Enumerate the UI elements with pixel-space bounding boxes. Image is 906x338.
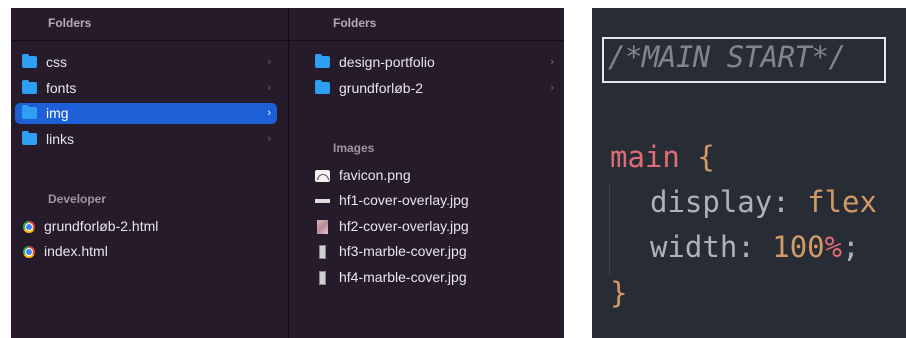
code-line-close: } — [610, 276, 627, 310]
column-header: Folders — [333, 16, 377, 30]
open-brace: { — [697, 140, 715, 174]
folder-label: fonts — [46, 80, 77, 96]
column-header: Folders — [48, 16, 92, 30]
image-thumb-icon — [315, 199, 330, 203]
file-row-image[interactable]: hf2-cover-overlay.jpg — [292, 216, 560, 237]
chevron-right-icon: › — [267, 82, 271, 94]
image-thumb-icon — [319, 271, 326, 285]
code-editor[interactable]: /*MAIN START*/ main { display: flex widt… — [592, 8, 906, 338]
chrome-icon — [23, 246, 35, 258]
folder-label: links — [46, 131, 75, 147]
folder-icon — [22, 131, 37, 145]
css-unit: % — [824, 230, 843, 264]
folder-label: design-portfolio — [339, 54, 435, 70]
chrome-icon — [23, 221, 35, 233]
folder-icon — [22, 105, 37, 119]
indent-guide — [609, 183, 610, 275]
chevron-right-icon: › — [267, 133, 271, 145]
css-comment: /*MAIN START*/ — [608, 40, 846, 74]
file-label: hf1-cover-overlay.jpg — [339, 192, 469, 208]
finder-column-2: Folders design-portfolio › grundforløb-2… — [288, 8, 564, 338]
code-line-selector: main { — [610, 140, 715, 174]
section-title-images: Images — [333, 141, 375, 155]
finder-column-1: Folders css › fonts › img › links › Deve… — [11, 8, 288, 338]
css-property: display — [650, 185, 773, 219]
close-brace: } — [610, 276, 628, 310]
png-icon — [315, 170, 330, 182]
file-row-image[interactable]: favicon.png — [292, 165, 560, 186]
folder-label: css — [46, 54, 67, 70]
css-property: width — [650, 230, 738, 264]
file-label: hf4-marble-cover.jpg — [339, 269, 467, 285]
chevron-right-icon: › — [550, 56, 554, 68]
section-title-developer: Developer — [48, 192, 107, 206]
file-label: favicon.png — [339, 167, 411, 183]
folder-icon — [22, 80, 37, 94]
folder-icon — [22, 54, 37, 68]
code-line-width: width: 100%; — [650, 230, 860, 264]
folder-row-img[interactable]: img › — [15, 103, 277, 124]
folder-row-design-portfolio[interactable]: design-portfolio › — [292, 52, 560, 73]
file-label: hf2-cover-overlay.jpg — [339, 218, 469, 234]
file-label: grundforløb-2.html — [44, 218, 159, 234]
file-row-image[interactable]: hf4-marble-cover.jpg — [292, 267, 560, 288]
image-thumb-icon — [319, 245, 326, 259]
file-label: hf3-marble-cover.jpg — [339, 243, 467, 259]
folder-row-css[interactable]: css › — [15, 52, 277, 73]
file-label: index.html — [44, 243, 108, 259]
folder-row-grundforlob[interactable]: grundforløb-2 › — [292, 78, 560, 99]
image-thumb-icon — [317, 220, 328, 234]
file-row-image[interactable]: hf3-marble-cover.jpg — [292, 241, 560, 262]
chevron-right-icon: › — [550, 82, 554, 94]
code-line-display: display: flex — [650, 185, 877, 219]
file-row-html[interactable]: index.html — [15, 241, 277, 262]
chevron-right-icon: › — [267, 56, 271, 68]
css-number: 100 — [772, 230, 825, 264]
folder-row-links[interactable]: links › — [15, 129, 277, 150]
file-row-image[interactable]: hf1-cover-overlay.jpg — [292, 190, 560, 211]
css-selector: main — [610, 140, 680, 174]
chevron-right-icon: › — [267, 107, 271, 119]
folder-label: img — [46, 105, 69, 121]
folder-icon — [315, 54, 330, 68]
folder-row-fonts[interactable]: fonts › — [15, 78, 277, 99]
folder-icon — [315, 80, 330, 94]
folder-label: grundforløb-2 — [339, 80, 424, 96]
css-value: flex — [807, 185, 877, 219]
finder-window: Folders css › fonts › img › links › Deve… — [11, 8, 564, 338]
file-row-html[interactable]: grundforløb-2.html — [15, 216, 277, 237]
